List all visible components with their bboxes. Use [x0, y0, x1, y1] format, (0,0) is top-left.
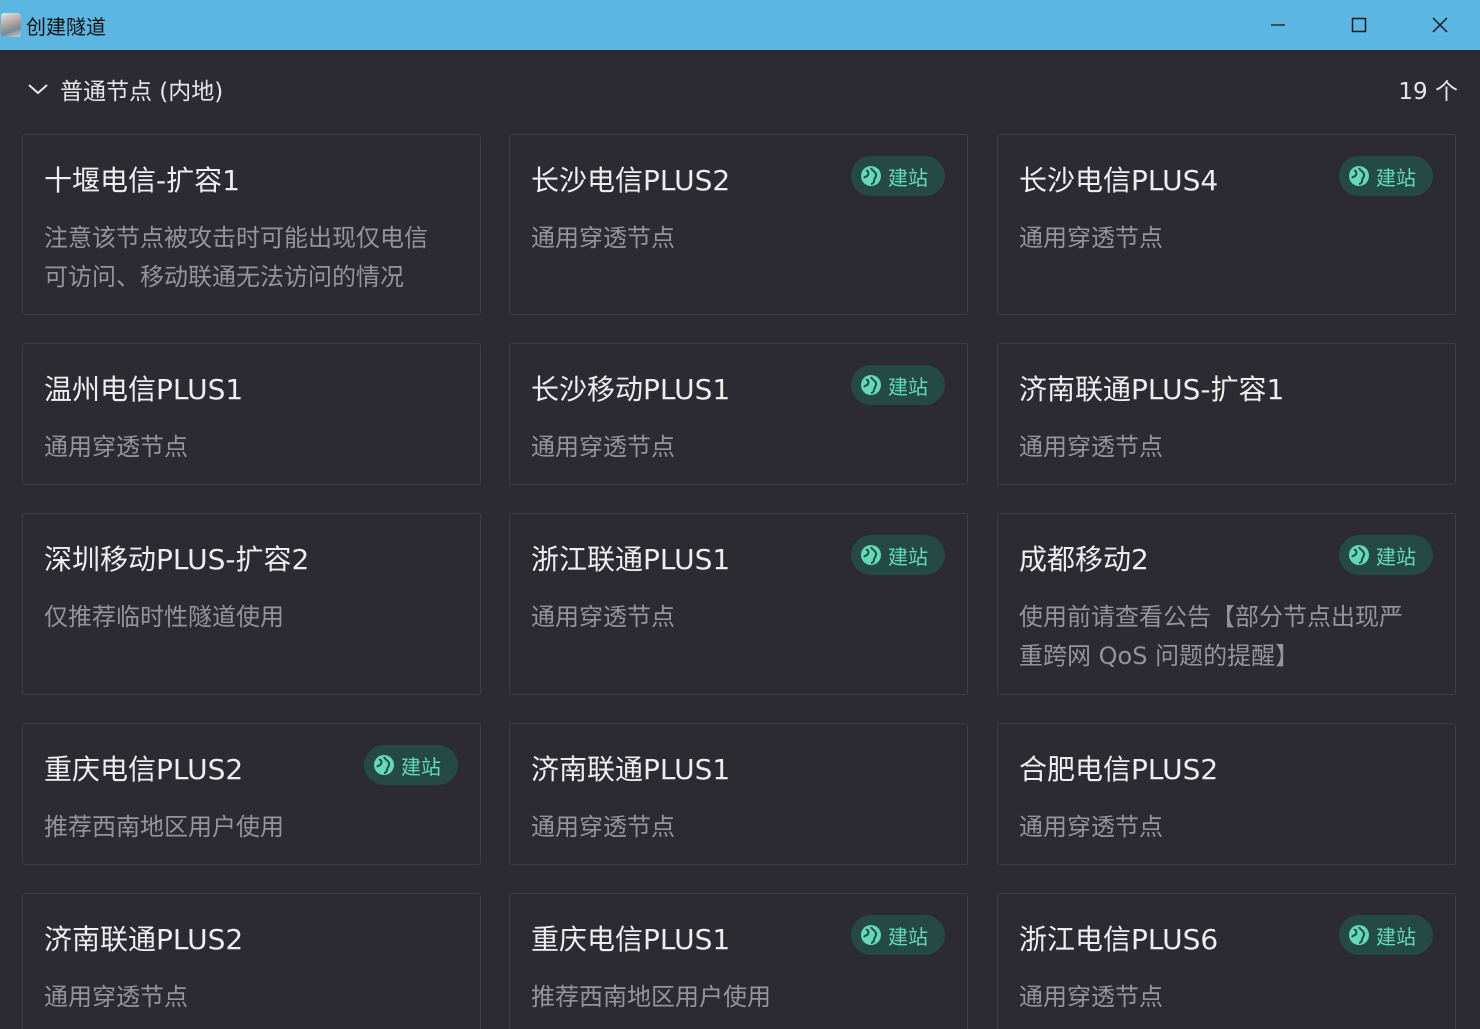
node-card[interactable]: 长沙移动PLUS1 通用穿透节点 建站	[509, 343, 968, 485]
maximize-icon	[1351, 17, 1366, 33]
node-card[interactable]: 济南联通PLUS2 通用穿透节点	[22, 893, 481, 1029]
globe-icon	[1349, 166, 1369, 186]
badge-label: 建站	[888, 165, 928, 190]
website-badge: 建站	[851, 365, 945, 405]
globe-icon	[1349, 925, 1369, 945]
node-description: 通用穿透节点	[1019, 983, 1163, 1011]
node-name: 合肥电信PLUS2	[1019, 753, 1219, 786]
node-name: 长沙移动PLUS1	[531, 373, 731, 406]
website-badge: 建站	[1339, 915, 1433, 955]
node-name: 长沙电信PLUS2	[531, 164, 731, 197]
node-card[interactable]: 温州电信PLUS1 通用穿透节点	[22, 343, 481, 485]
globe-icon	[374, 755, 394, 775]
node-description: 注意该节点被攻击时可能出现仅电信可访问、移动联通无法访问的情况	[44, 224, 428, 291]
node-name: 深圳移动PLUS-扩容2	[44, 543, 310, 576]
website-badge: 建站	[364, 745, 458, 785]
node-description: 仅推荐临时性隧道使用	[44, 603, 284, 631]
node-card[interactable]: 深圳移动PLUS-扩容2 仅推荐临时性隧道使用	[22, 513, 481, 695]
app-avatar-icon	[1, 13, 21, 37]
website-badge: 建站	[1339, 156, 1433, 196]
node-list-panel: 普通节点 (内地) 19 个 十堰电信-扩容1 注意该节点被攻击时可能出现仅电信可…	[0, 50, 1480, 1029]
node-card[interactable]: 成都移动2 使用前请查看公告【部分节点出现严重跨网 QoS 问题的提醒】 建站	[997, 513, 1456, 695]
node-card[interactable]: 合肥电信PLUS2 通用穿透节点	[997, 723, 1456, 865]
window-title: 创建隧道	[26, 14, 106, 39]
close-icon	[1431, 17, 1448, 33]
node-name: 长沙电信PLUS4	[1019, 164, 1219, 197]
group-count: 19 个	[1398, 79, 1458, 105]
badge-label: 建站	[888, 544, 928, 569]
globe-icon	[861, 925, 881, 945]
globe-icon	[861, 375, 881, 395]
maximize-button[interactable]	[1318, 0, 1399, 50]
node-description: 推荐西南地区用户使用	[44, 813, 284, 841]
window-controls	[1237, 0, 1480, 50]
node-name: 济南联通PLUS2	[44, 923, 244, 956]
node-name: 成都移动2	[1019, 543, 1149, 576]
node-card[interactable]: 济南联通PLUS-扩容1 通用穿透节点	[997, 343, 1456, 485]
node-name: 浙江联通PLUS1	[531, 543, 731, 576]
node-description: 推荐西南地区用户使用	[531, 983, 771, 1011]
badge-label: 建站	[1376, 165, 1416, 190]
badge-label: 建站	[888, 374, 928, 399]
node-description: 通用穿透节点	[1019, 433, 1163, 461]
chevron-down-icon[interactable]	[22, 73, 54, 105]
node-card[interactable]: 浙江电信PLUS6 通用穿透节点 建站	[997, 893, 1456, 1029]
node-name: 重庆电信PLUS2	[44, 753, 244, 786]
node-card[interactable]: 长沙电信PLUS4 通用穿透节点 建站	[997, 134, 1456, 315]
minimize-icon	[1270, 24, 1285, 26]
node-card[interactable]: 长沙电信PLUS2 通用穿透节点 建站	[509, 134, 968, 315]
node-card[interactable]: 重庆电信PLUS1 推荐西南地区用户使用 建站	[509, 893, 968, 1029]
badge-label: 建站	[1376, 924, 1416, 949]
badge-label: 建站	[1376, 544, 1416, 569]
globe-icon	[861, 166, 881, 186]
group-title: 普通节点 (内地)	[60, 79, 224, 105]
website-badge: 建站	[851, 156, 945, 196]
node-description: 使用前请查看公告【部分节点出现严重跨网 QoS 问题的提醒】	[1019, 603, 1403, 670]
node-card[interactable]: 济南联通PLUS1 通用穿透节点	[509, 723, 968, 865]
minimize-button[interactable]	[1237, 0, 1318, 50]
website-badge: 建站	[1339, 535, 1433, 575]
node-description: 通用穿透节点	[531, 224, 675, 252]
node-description: 通用穿透节点	[44, 983, 188, 1011]
close-button[interactable]	[1399, 0, 1480, 50]
globe-icon	[1349, 545, 1369, 565]
node-name: 重庆电信PLUS1	[531, 923, 731, 956]
website-badge: 建站	[851, 535, 945, 575]
node-card[interactable]: 十堰电信-扩容1 注意该节点被攻击时可能出现仅电信可访问、移动联通无法访问的情况	[22, 134, 481, 315]
node-name: 济南联通PLUS1	[531, 753, 731, 786]
node-description: 通用穿透节点	[531, 603, 675, 631]
globe-icon	[861, 545, 881, 565]
badge-label: 建站	[401, 754, 441, 779]
group-header-mainland[interactable]: 普通节点 (内地) 19 个	[22, 70, 1458, 108]
node-description: 通用穿透节点	[1019, 813, 1163, 841]
website-badge: 建站	[851, 915, 945, 955]
node-name: 济南联通PLUS-扩容1	[1019, 373, 1285, 406]
node-description: 通用穿透节点	[531, 433, 675, 461]
node-description: 通用穿透节点	[1019, 224, 1163, 252]
node-card[interactable]: 浙江联通PLUS1 通用穿透节点 建站	[509, 513, 968, 695]
node-description: 通用穿透节点	[44, 433, 188, 461]
node-name: 浙江电信PLUS6	[1019, 923, 1219, 956]
node-description: 通用穿透节点	[531, 813, 675, 841]
node-card[interactable]: 重庆电信PLUS2 推荐西南地区用户使用 建站	[22, 723, 481, 865]
title-bar: 创建隧道	[0, 0, 1480, 50]
badge-label: 建站	[888, 924, 928, 949]
node-name: 温州电信PLUS1	[44, 373, 244, 406]
node-name: 十堰电信-扩容1	[44, 164, 240, 197]
